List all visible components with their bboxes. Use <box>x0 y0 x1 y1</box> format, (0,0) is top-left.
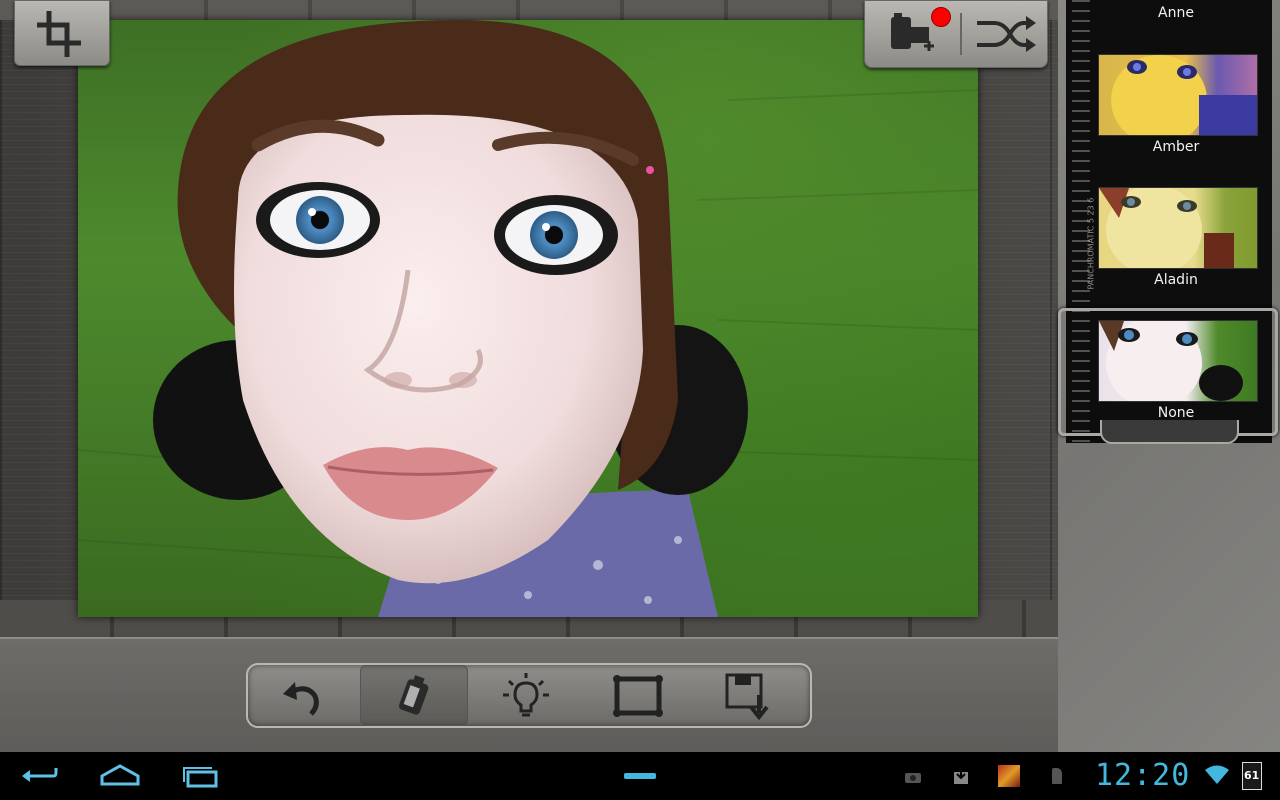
light-bulb-icon <box>503 672 549 716</box>
home-icon <box>100 764 140 786</box>
crop-button[interactable] <box>14 0 110 66</box>
photo-canvas[interactable] <box>78 20 978 617</box>
home-button[interactable] <box>100 764 140 792</box>
light-button[interactable] <box>472 665 580 726</box>
shuffle-button[interactable] <box>962 1 1047 67</box>
filter-thumbnail <box>1098 54 1258 136</box>
back-icon <box>22 768 58 782</box>
notification-dot <box>931 7 951 27</box>
add-film-button[interactable] <box>865 1 960 67</box>
save-icon <box>725 673 769 720</box>
menu-indicator[interactable] <box>624 773 656 779</box>
system-navigation-bar: 61 <box>0 752 1280 800</box>
portrait-image <box>78 20 978 617</box>
face-thumbnail-icon <box>1099 188 1234 268</box>
selected-filter-frame <box>1058 308 1278 436</box>
film-roll-icon <box>398 674 429 715</box>
filter-item-aladin[interactable]: Aladin <box>1066 175 1272 307</box>
editor-workspace <box>0 0 1058 637</box>
frame-button[interactable] <box>584 665 692 726</box>
app-notification-icon <box>998 765 1020 787</box>
undo-button[interactable] <box>248 665 356 726</box>
filter-label: Amber <box>1152 139 1200 155</box>
face-thumbnail-icon <box>1111 55 1257 135</box>
wifi-icon <box>1204 764 1230 790</box>
filter-label: Anne <box>1158 5 1194 21</box>
download-notification-icon <box>953 767 969 789</box>
frame-icon <box>613 674 663 717</box>
crop-icon <box>37 11 81 57</box>
filter-item-anne[interactable]: Anne <box>1066 0 1272 22</box>
shuffle-icon <box>977 16 1036 52</box>
recent-apps-button[interactable] <box>182 766 222 794</box>
film-roll-button[interactable] <box>360 665 468 726</box>
back-button[interactable] <box>20 764 60 792</box>
camera-notification-icon <box>904 769 922 788</box>
status-clock: 12:20 <box>1095 758 1191 793</box>
filter-label: Aladin <box>1154 272 1198 288</box>
filter-thumbnail <box>1098 187 1258 269</box>
save-button[interactable] <box>696 665 804 726</box>
battery-icon: 61 <box>1242 762 1262 790</box>
recent-apps-icon <box>183 767 218 788</box>
sd-card-icon <box>1052 768 1062 784</box>
undo-icon <box>283 681 319 716</box>
top-right-button-group <box>864 0 1048 68</box>
tool-tray <box>246 663 812 728</box>
filter-item-amber[interactable]: Amber <box>1066 42 1272 174</box>
selected-filter-tab <box>1100 420 1239 444</box>
battery-level: 61 <box>1244 769 1260 782</box>
